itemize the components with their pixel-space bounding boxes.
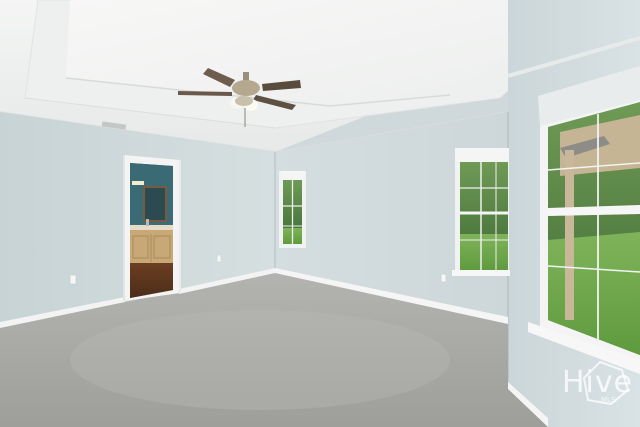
hive-mls-logo: Hive MLS: [562, 360, 633, 406]
bathroom-doorway[interactable]: [123, 155, 181, 301]
wall-outlet: [440, 273, 447, 283]
window-back-left: [279, 171, 306, 248]
watermark-subtext: MLS: [601, 396, 616, 404]
watermark-brand: Hive: [562, 365, 633, 400]
bedroom-photo: Hive MLS: [0, 0, 640, 427]
bathroom-mirror: [143, 186, 167, 222]
wall-outlet: [69, 274, 77, 285]
light-switch[interactable]: [216, 254, 222, 263]
window-back-right: [452, 148, 510, 276]
